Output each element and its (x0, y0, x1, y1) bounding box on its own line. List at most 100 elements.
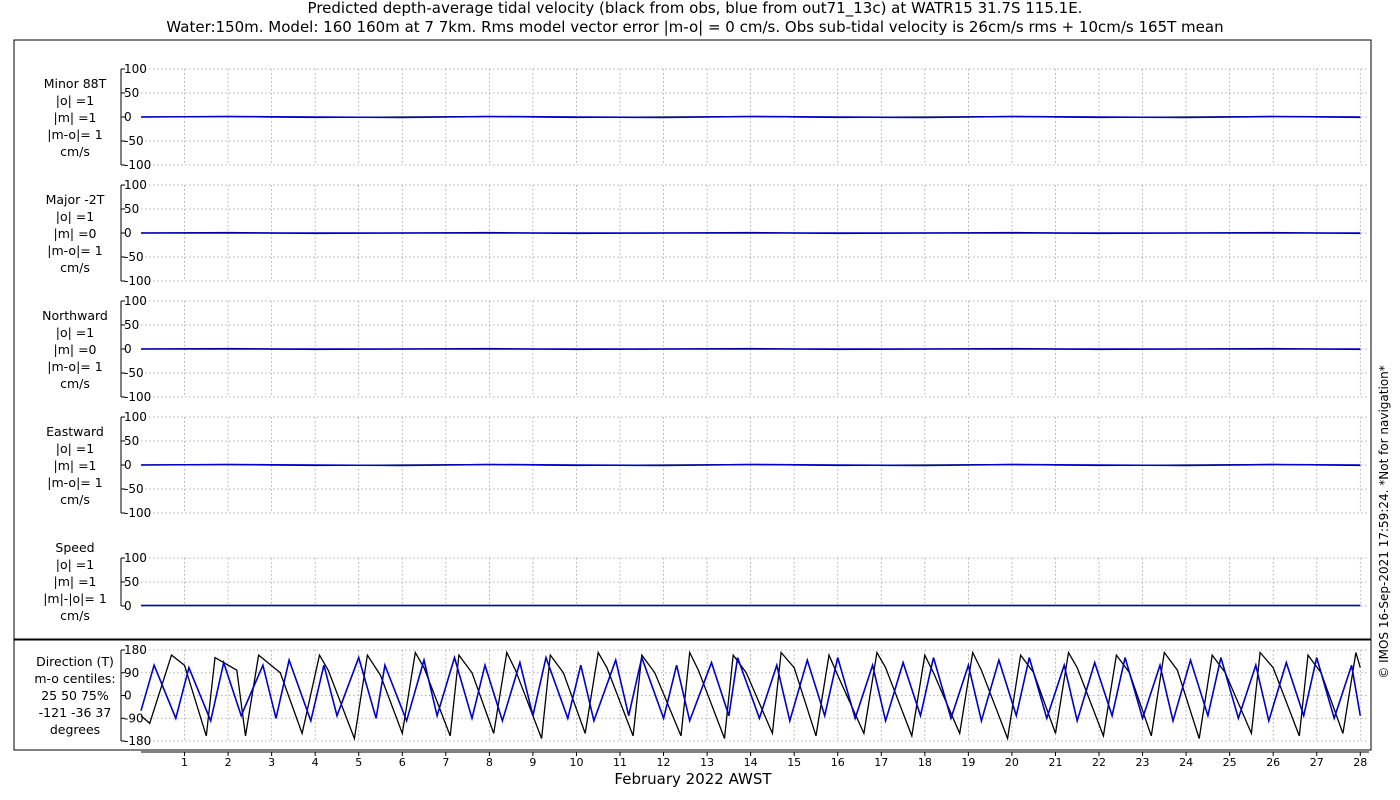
y-tick-label: -50 (124, 134, 144, 148)
panel-label-line: cm/s (60, 260, 90, 275)
panel-label-line: Direction (T) (36, 654, 114, 669)
x-tick-label: 9 (529, 756, 536, 769)
panel-label-line: |m| =1 (54, 574, 97, 589)
x-tick-label: 25 (1223, 756, 1237, 769)
panel-label-line: cm/s (60, 144, 90, 159)
x-tick-label: 26 (1266, 756, 1280, 769)
y-tick-label: 90 (124, 666, 139, 680)
y-tick-label: 50 (124, 202, 139, 216)
panel-4: 100 50 0 Speed |o| =1 |m| =1 |m|-|o|= 1 cm/s (43, 540, 1369, 623)
y-tick-label: -180 (124, 734, 151, 748)
x-tick-label: 27 (1310, 756, 1324, 769)
y-tick-label: 100 (124, 294, 147, 308)
panel-label-line: Eastward (46, 424, 104, 439)
panel-label-line: cm/s (60, 608, 90, 623)
panel-label-line: Speed (55, 540, 94, 555)
x-tick-label: 10 (569, 756, 583, 769)
upper-frame (13, 39, 1372, 640)
panel-label-line: cm/s (60, 492, 90, 507)
y-tick-label: -50 (124, 366, 144, 380)
panel-label-line: cm/s (60, 376, 90, 391)
y-tick-label: -90 (124, 711, 144, 725)
panel-label-line: Major -2T (46, 192, 105, 207)
y-tick-label: 0 (124, 342, 132, 356)
panel-2: 100 50 0 -50 -100 Northward |o| =1 |m| =0 |m-o|=… (42, 294, 1369, 404)
panel-label-line: |m-o|= 1 (47, 359, 102, 374)
x-tick-label: 2 (225, 756, 232, 769)
x-tick-label: 22 (1092, 756, 1106, 769)
y-tick-label: 180 (124, 643, 147, 657)
y-tick-label: 0 (124, 458, 132, 472)
x-tick-label: 14 (744, 756, 758, 769)
panel-label-line: 25 50 75% (41, 688, 109, 703)
panel-label-line: |m| =0 (54, 342, 97, 357)
y-tick-label: -50 (124, 250, 144, 264)
x-tick-label: 28 (1353, 756, 1367, 769)
y-tick-label: 0 (124, 599, 132, 613)
y-tick-label: 50 (124, 86, 139, 100)
y-tick-label: -50 (124, 482, 144, 496)
panel-3: 100 50 0 -50 -100 Eastward |o| =1 |m| =1 |m-o|= … (46, 410, 1369, 520)
y-tick-label: -100 (124, 274, 151, 288)
x-tick-label: 8 (486, 756, 493, 769)
panel-label-line: |m| =1 (54, 110, 97, 125)
x-tick-label: 13 (700, 756, 714, 769)
x-tick-label: 19 (961, 756, 975, 769)
x-tick-label: 1 (181, 756, 188, 769)
x-tick-label: 4 (312, 756, 319, 769)
x-tick-label: 6 (399, 756, 406, 769)
y-tick-label: 0 (124, 226, 132, 240)
panel-label-line: m-o centiles: (34, 671, 115, 686)
panel-label-line: |m|-|o|= 1 (43, 591, 107, 606)
y-tick-label: 100 (124, 551, 147, 565)
x-tick-label: 16 (831, 756, 845, 769)
x-tick-label: 12 (657, 756, 671, 769)
panel-label-line: |o| =1 (56, 209, 94, 224)
panel-label-line: degrees (50, 722, 100, 737)
panel-label-line: Northward (42, 308, 108, 323)
panel-label-line: |o| =1 (56, 557, 94, 572)
chart-title-line-2: Water:150m. Model: 160 160m at 7 7km. Rm… (166, 18, 1223, 36)
panel-label-line: |m-o|= 1 (47, 243, 102, 258)
copyright-notice: © IMOS 16-Sep-2021 17:59:24. *Not for na… (1377, 365, 1391, 679)
y-tick-label: -100 (124, 506, 151, 520)
panel-label-line: |o| =1 (56, 441, 94, 456)
x-tick-label: 20 (1005, 756, 1019, 769)
x-tick-label: 18 (918, 756, 932, 769)
x-tick-label: 24 (1179, 756, 1193, 769)
panels-layer: 100 50 0 -50 -100 Minor 88T |o| =1 |m| =1 |m-o|=… (34, 62, 1369, 748)
panel-label-line: |m-o|= 1 (47, 475, 102, 490)
x-axis: 1 2 3 4 5 6 7 8 9 10 11 12 13 14 15 16 17 18 19 20 21 22 23 24 2… (141, 751, 1369, 769)
y-tick-label: 100 (124, 410, 147, 424)
x-tick-label: 17 (874, 756, 888, 769)
y-tick-label: 50 (124, 318, 139, 332)
tidal-velocity-chart: Predicted depth-average tidal velocity (… (13, 0, 1391, 788)
y-tick-label: 50 (124, 434, 139, 448)
panel-label-line: |m| =1 (54, 458, 97, 473)
x-tick-label: 15 (787, 756, 801, 769)
panel-0: 100 50 0 -50 -100 Minor 88T |o| =1 |m| =1 |m-o|=… (44, 62, 1369, 172)
y-tick-label: 50 (124, 575, 139, 589)
x-tick-label: 11 (613, 756, 627, 769)
y-tick-label: 0 (124, 689, 132, 703)
panel-label-line: |m-o|= 1 (47, 127, 102, 142)
x-tick-label: 21 (1048, 756, 1062, 769)
x-tick-label: 7 (442, 756, 449, 769)
x-tick-label: 5 (355, 756, 362, 769)
y-tick-label: 100 (124, 62, 147, 76)
chart-title-line-1: Predicted depth-average tidal velocity (… (308, 0, 1083, 18)
panel-1: 100 50 0 -50 -100 Major -2T |o| =1 |m| =0 |m-o|=… (46, 178, 1369, 288)
y-tick-label: 0 (124, 110, 132, 124)
panel-5: 180 90 0 -90 -180 Direction (T) m-o centiles: 2… (34, 643, 1369, 748)
x-axis-label: February 2022 AWST (614, 770, 772, 788)
panel-label-line: Minor 88T (44, 76, 107, 91)
panel-label-line: |m| =0 (54, 226, 97, 241)
y-tick-label: 100 (124, 178, 147, 192)
y-tick-label: -100 (124, 158, 151, 172)
x-tick-label: 3 (268, 756, 275, 769)
panel-label-line: |o| =1 (56, 325, 94, 340)
panel-label-line: |o| =1 (56, 93, 94, 108)
y-tick-label: -100 (124, 390, 151, 404)
panel-label-line: -121 -36 37 (39, 705, 112, 720)
x-tick-label: 23 (1136, 756, 1150, 769)
